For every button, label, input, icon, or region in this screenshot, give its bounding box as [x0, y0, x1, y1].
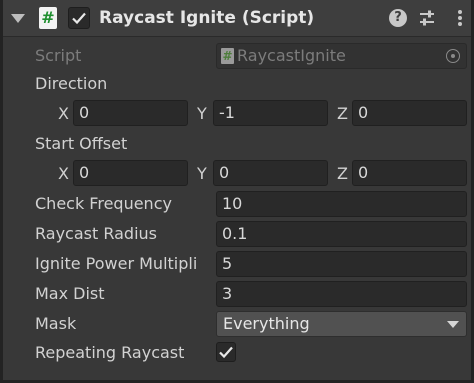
raycast-radius-label[interactable]: Raycast Radius: [35, 220, 157, 248]
mask-dropdown-value: Everything: [223, 314, 310, 333]
check-frequency-label[interactable]: Check Frequency: [35, 190, 172, 218]
start-offset-z-label[interactable]: Z: [337, 160, 348, 188]
mask-dropdown[interactable]: Everything: [216, 311, 467, 337]
script-file-icon: #: [221, 48, 234, 64]
direction-y-field[interactable]: -1: [213, 100, 328, 126]
start-offset-z-field[interactable]: 0: [352, 160, 467, 186]
direction-y-label[interactable]: Y: [197, 100, 207, 128]
component-title: Raycast Ignite (Script): [99, 8, 315, 28]
max-dist-label[interactable]: Max Dist: [35, 280, 105, 308]
checkmark-icon: [72, 12, 86, 25]
repeating-raycast-checkbox[interactable]: [216, 342, 236, 362]
help-icon[interactable]: ?: [389, 9, 407, 27]
direction-z-label[interactable]: Z: [337, 100, 348, 128]
ignite-power-multiplier-field[interactable]: 5: [216, 251, 467, 277]
script-icon: #: [39, 7, 57, 29]
repeating-raycast-label: Repeating Raycast: [35, 343, 185, 362]
max-dist-field[interactable]: 3: [216, 281, 467, 307]
ignite-power-multiplier-label[interactable]: Ignite Power Multipli: [35, 250, 213, 278]
start-offset-x-label[interactable]: X: [58, 160, 69, 188]
checkmark-icon: [219, 346, 233, 359]
component-header[interactable]: # Raycast Ignite (Script) ?: [3, 0, 471, 37]
dropdown-caret-icon: [447, 321, 459, 328]
check-frequency-field[interactable]: 10: [216, 191, 467, 217]
foldout-arrow-icon[interactable]: [11, 14, 25, 23]
direction-label: Direction: [35, 74, 108, 93]
direction-x-field[interactable]: 0: [73, 100, 188, 126]
direction-x-label[interactable]: X: [58, 100, 69, 128]
component-enabled-checkbox[interactable]: [68, 7, 90, 29]
mask-label: Mask: [35, 314, 77, 333]
kebab-menu-icon[interactable]: [450, 8, 470, 28]
start-offset-y-label[interactable]: Y: [197, 160, 207, 188]
direction-z-field[interactable]: 0: [352, 100, 467, 126]
script-object-field[interactable]: # RaycastIgnite: [216, 43, 467, 69]
script-label: Script: [35, 46, 82, 65]
raycast-radius-field[interactable]: 0.1: [216, 221, 467, 247]
script-object-value: RaycastIgnite: [237, 46, 346, 65]
object-picker-icon[interactable]: [446, 49, 460, 63]
presets-icon[interactable]: [417, 8, 437, 28]
start-offset-label: Start Offset: [35, 134, 128, 153]
start-offset-y-field[interactable]: 0: [213, 160, 328, 186]
start-offset-x-field[interactable]: 0: [73, 160, 188, 186]
